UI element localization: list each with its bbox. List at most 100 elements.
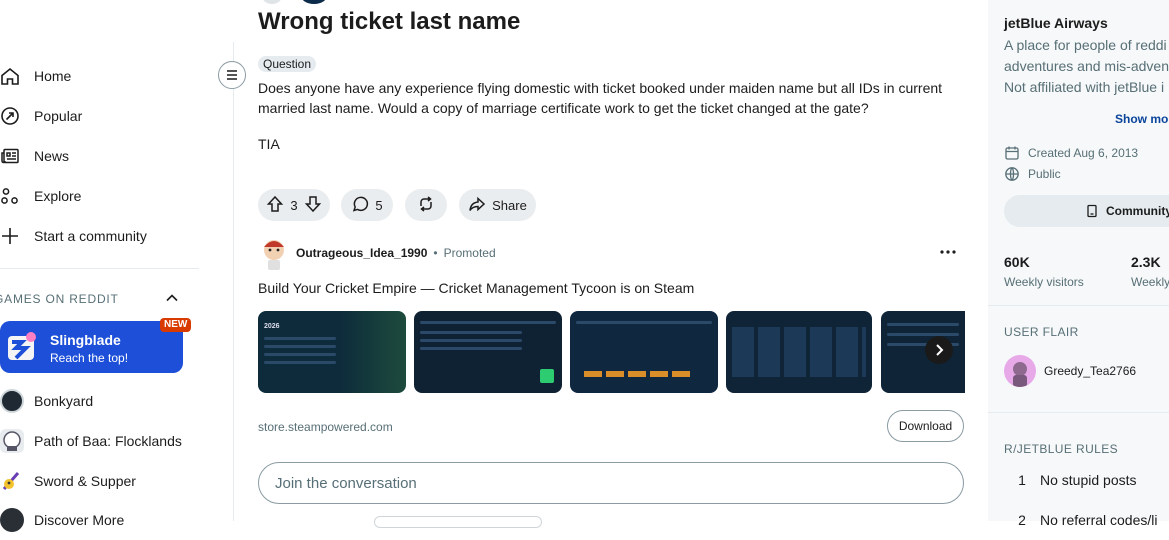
sidebar-divider-2 xyxy=(988,412,1169,413)
ad-image-3[interactable] xyxy=(570,311,718,393)
vote-count: 3 xyxy=(290,197,298,213)
nav-start-community-label: Start a community xyxy=(34,228,147,244)
downvote-icon[interactable] xyxy=(304,195,322,216)
calendar-icon xyxy=(1004,145,1020,161)
new-badge: NEW xyxy=(160,318,192,332)
home-icon xyxy=(0,66,34,86)
nav-explore[interactable]: Explore xyxy=(0,176,81,216)
upvote-icon[interactable] xyxy=(266,195,284,216)
community-avatar[interactable] xyxy=(300,0,328,4)
bonkyard-icon xyxy=(0,389,24,413)
back-icon[interactable] xyxy=(262,0,282,4)
more-options-icon[interactable] xyxy=(938,244,958,265)
visibility-label: Public xyxy=(1028,167,1061,181)
community-guide-button[interactable]: Community xyxy=(1004,195,1169,227)
created-row: Created Aug 6, 2013 xyxy=(1004,145,1138,161)
slingblade-icon xyxy=(6,330,38,362)
community-sidebar: jetBlue Airways A place for people of re… xyxy=(988,0,1169,528)
chevron-up-icon[interactable] xyxy=(164,290,180,311)
nav-start-community[interactable]: Start a community xyxy=(0,216,147,256)
book-icon xyxy=(1086,204,1098,218)
download-button[interactable]: Download xyxy=(887,410,964,442)
ad-promoted: Promoted xyxy=(443,246,496,260)
comment-icon xyxy=(351,195,369,216)
community-desc-line3: Not affiliated with jetBlue i xyxy=(1004,79,1165,95)
game-path-of-baa-label: Path of Baa: Flocklands xyxy=(34,433,182,449)
menu-icon[interactable] xyxy=(218,61,246,89)
carousel-next-icon[interactable] xyxy=(925,336,953,364)
path-of-baa-icon xyxy=(0,429,24,453)
ad-image-2[interactable] xyxy=(414,311,562,393)
visibility-row: Public xyxy=(1004,166,1061,182)
post-title: Wrong ticket last name xyxy=(258,8,521,35)
flair-username: Greedy_Tea2766 xyxy=(1044,364,1137,378)
share-button[interactable]: Share xyxy=(459,189,536,221)
explore-icon xyxy=(0,186,34,206)
share-icon xyxy=(468,195,486,216)
nav-home[interactable]: Home xyxy=(0,56,71,96)
discover-more-label: Discover More xyxy=(34,512,125,528)
crosspost-icon xyxy=(417,195,435,216)
community-desc-line2: adventures and mis-advent xyxy=(1004,58,1169,74)
post-body-tia: TIA xyxy=(258,136,280,152)
nav-explore-label: Explore xyxy=(34,188,82,204)
ad-username[interactable]: Outrageous_Idea_1990 xyxy=(296,246,427,260)
community-description: A place for people of reddi adventures a… xyxy=(1004,35,1169,98)
game-sword-supper-label: Sword & Supper xyxy=(34,473,136,489)
rule-number-2: 2 xyxy=(1018,512,1026,528)
game-bonkyard[interactable]: Bonkyard xyxy=(0,381,93,421)
ad-separator: • xyxy=(433,246,438,260)
share-label: Share xyxy=(492,197,527,213)
rule-item-2[interactable]: 2 No referral codes/li xyxy=(1004,503,1169,537)
sort-control[interactable] xyxy=(374,516,542,528)
ad-domain[interactable]: store.steampowered.com xyxy=(258,420,393,434)
comment-count: 5 xyxy=(375,197,383,213)
rule-item-1[interactable]: 1 No stupid posts xyxy=(1004,463,1169,497)
ad-headline[interactable]: Build Your Cricket Empire — Cricket Mana… xyxy=(258,280,694,296)
nav-news-label: News xyxy=(34,148,70,164)
flair-avatar[interactable] xyxy=(1004,355,1036,387)
popular-icon xyxy=(0,106,34,126)
nav-popular[interactable]: Popular xyxy=(0,96,82,136)
ad-user-avatar[interactable] xyxy=(260,237,288,271)
rule-text-1: No stupid posts xyxy=(1040,472,1137,488)
ad-image-4[interactable] xyxy=(726,311,872,393)
vote-group: 3 xyxy=(258,189,330,221)
news-icon xyxy=(0,146,34,166)
plus-icon xyxy=(0,226,34,246)
rules-header: R/JETBLUE RULES xyxy=(1004,442,1119,456)
discover-more[interactable]: Discover More xyxy=(0,500,124,540)
ad-meta: Outrageous_Idea_1990 • Promoted xyxy=(296,246,496,260)
post-flair[interactable]: Question xyxy=(258,56,317,72)
featured-game-card[interactable]: Slingblade Reach the top! xyxy=(0,321,183,373)
community-title: jetBlue Airways xyxy=(1004,15,1108,31)
stat-visitors-value: 60K xyxy=(1004,254,1030,270)
created-date: Created Aug 6, 2013 xyxy=(1028,146,1139,160)
stat-contributions-label: Weekly xyxy=(1131,275,1169,289)
show-more-link[interactable]: Show mor xyxy=(1115,112,1169,126)
featured-game-title: Slingblade xyxy=(50,332,121,348)
discover-icon xyxy=(0,508,24,532)
nav-divider xyxy=(0,268,199,269)
game-sword-supper[interactable]: Sword & Supper xyxy=(0,461,136,501)
globe-icon xyxy=(1004,166,1020,182)
post-body: Does anyone have any experience flying d… xyxy=(258,80,943,116)
nav-home-label: Home xyxy=(34,68,72,84)
comments-button[interactable]: 5 xyxy=(341,189,393,221)
comment-input[interactable]: Join the conversation xyxy=(258,462,964,504)
ad-thumb-year: 2026 xyxy=(264,323,280,330)
community-desc-line1: A place for people of reddi xyxy=(1004,37,1167,53)
thread-line xyxy=(233,42,234,521)
game-path-of-baa[interactable]: Path of Baa: Flocklands xyxy=(0,421,182,461)
featured-game-subtitle: Reach the top! xyxy=(50,351,129,365)
crosspost-button[interactable] xyxy=(405,189,447,221)
stat-visitors-label: Weekly visitors xyxy=(1004,275,1084,289)
sword-supper-icon xyxy=(0,469,24,493)
community-guide-label: Community xyxy=(1106,204,1169,218)
stat-contributions-value: 2.3K xyxy=(1131,254,1161,270)
rule-text-2: No referral codes/li xyxy=(1040,512,1158,528)
ad-image-1[interactable]: 2026 xyxy=(258,311,406,393)
nav-news[interactable]: News xyxy=(0,136,69,176)
games-header: GAMES ON REDDIT xyxy=(0,292,119,306)
sidebar-divider-1 xyxy=(988,305,1169,306)
